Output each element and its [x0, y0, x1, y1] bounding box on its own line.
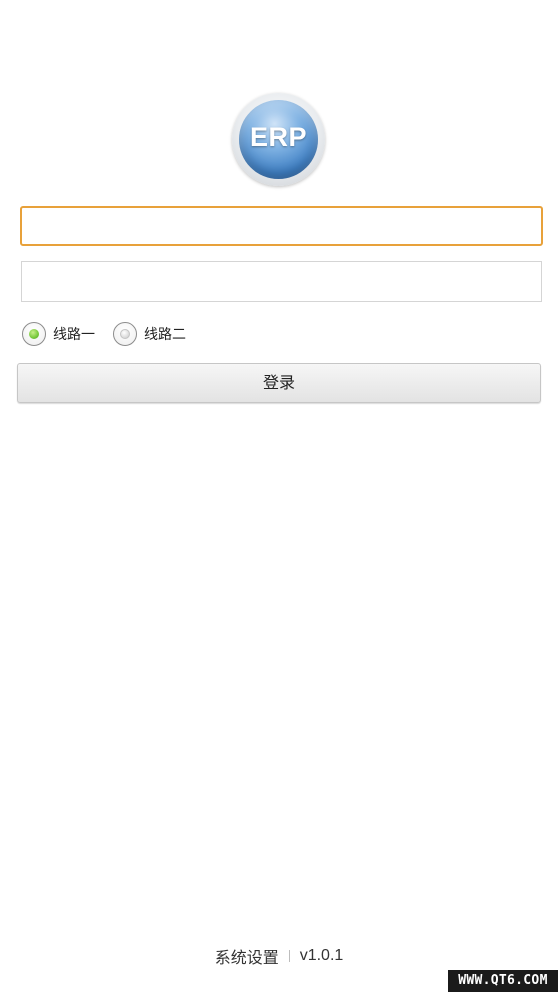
- logo-text: ERP: [249, 122, 308, 152]
- route-option-2-label: 线路二: [144, 327, 186, 343]
- login-button[interactable]: 登录: [17, 363, 541, 403]
- route-option-2[interactable]: 线路二: [113, 322, 186, 346]
- system-settings-link[interactable]: 系统设置: [215, 944, 279, 968]
- route-radio-group: 线路一 线路二: [22, 319, 204, 349]
- radio-unselected-icon[interactable]: [113, 322, 137, 346]
- footer: 系统设置 v1.0.1: [0, 944, 558, 968]
- site-watermark: WWW.QT6.COM: [448, 970, 558, 992]
- radio-selected-icon[interactable]: [22, 322, 46, 346]
- radio-dot-off: [120, 329, 130, 339]
- password-input[interactable]: [21, 261, 542, 302]
- route-option-1-label: 线路一: [53, 327, 95, 343]
- footer-divider: [288, 950, 290, 962]
- radio-dot-on: [29, 329, 39, 339]
- erp-logo-badge: ERP: [239, 100, 318, 179]
- route-option-1[interactable]: 线路一: [22, 322, 95, 346]
- erp-logo: ERP: [232, 93, 325, 186]
- username-input[interactable]: [20, 206, 543, 246]
- version-label: v1.0.1: [299, 947, 344, 964]
